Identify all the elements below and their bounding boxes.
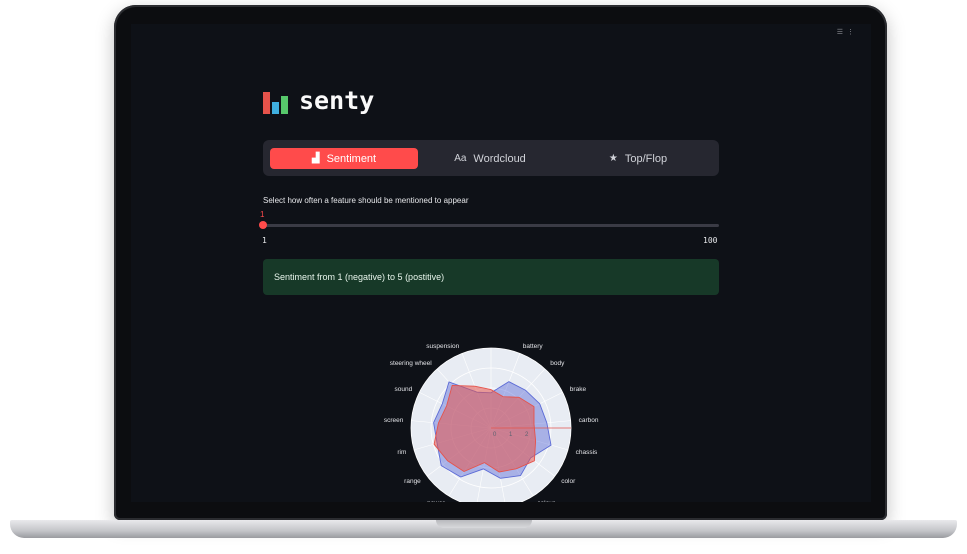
tab-label: Wordcloud — [473, 152, 526, 165]
logo-bar — [272, 101, 279, 114]
radar-series-area — [433, 384, 537, 473]
logo-bar — [263, 91, 270, 114]
star-icon: ★ — [608, 153, 618, 164]
sentiment-radar-chart: 012accelerationbatterybodybrakecarboncha… — [384, 342, 599, 502]
app-title: senty — [299, 86, 375, 115]
slider-label: Select how often a feature should be men… — [263, 196, 469, 205]
radar-category-label: color — [561, 478, 576, 485]
tab-top-flop[interactable]: ★ Top/Flop — [564, 148, 712, 169]
radar-category-label: screen — [384, 417, 404, 424]
logo-bar — [281, 95, 288, 114]
tab-sentiment[interactable]: ▟ Sentiment — [270, 148, 418, 169]
slider-min-label: 1 — [262, 236, 267, 245]
laptop-notch — [436, 520, 532, 528]
tab-wordcloud[interactable]: Aa Wordcloud — [416, 148, 564, 169]
info-text: Sentiment from 1 (negative) to 5 (postit… — [274, 272, 445, 282]
radar-category-label: chassis — [576, 449, 598, 456]
info-box: Sentiment from 1 (negative) to 5 (postit… — [263, 259, 719, 295]
radar-category-label: body — [550, 360, 565, 367]
app-screen: ☰ ⋮ senty ▟ Sentiment Aa Wordcloud ★ Top… — [131, 24, 871, 502]
radar-category-label: sound — [394, 386, 412, 393]
font-icon: Aa — [454, 153, 467, 164]
radar-category-label: battery — [523, 343, 544, 350]
mention-frequency-slider[interactable] — [263, 224, 719, 227]
bar-chart-emoji-icon — [263, 88, 289, 114]
radar-category-label: suspension — [426, 343, 459, 350]
tab-label: Top/Flop — [624, 152, 668, 165]
bar-chart-icon: ▟ — [311, 153, 320, 164]
slider-max-label: 100 — [703, 236, 718, 245]
hamburger-menu-icon[interactable]: ☰ ⋮ — [837, 28, 855, 36]
app-header: senty — [263, 86, 374, 115]
radar-category-label: rim — [397, 449, 406, 456]
tab-label: Sentiment — [326, 152, 377, 165]
radar-category-label: colour — [537, 500, 556, 502]
slider-current-value: 1 — [260, 210, 265, 219]
tab-bar: ▟ Sentiment Aa Wordcloud ★ Top/Flop — [263, 140, 719, 176]
radar-category-label: range — [404, 478, 421, 485]
radar-category-label: acceleration — [473, 342, 508, 344]
radar-category-label: steering wheel — [390, 360, 432, 367]
radar-category-label: carbon — [579, 417, 599, 424]
slider-handle[interactable] — [259, 221, 267, 229]
radar-category-label: brake — [570, 386, 587, 393]
radar-category-label: power — [427, 500, 446, 502]
